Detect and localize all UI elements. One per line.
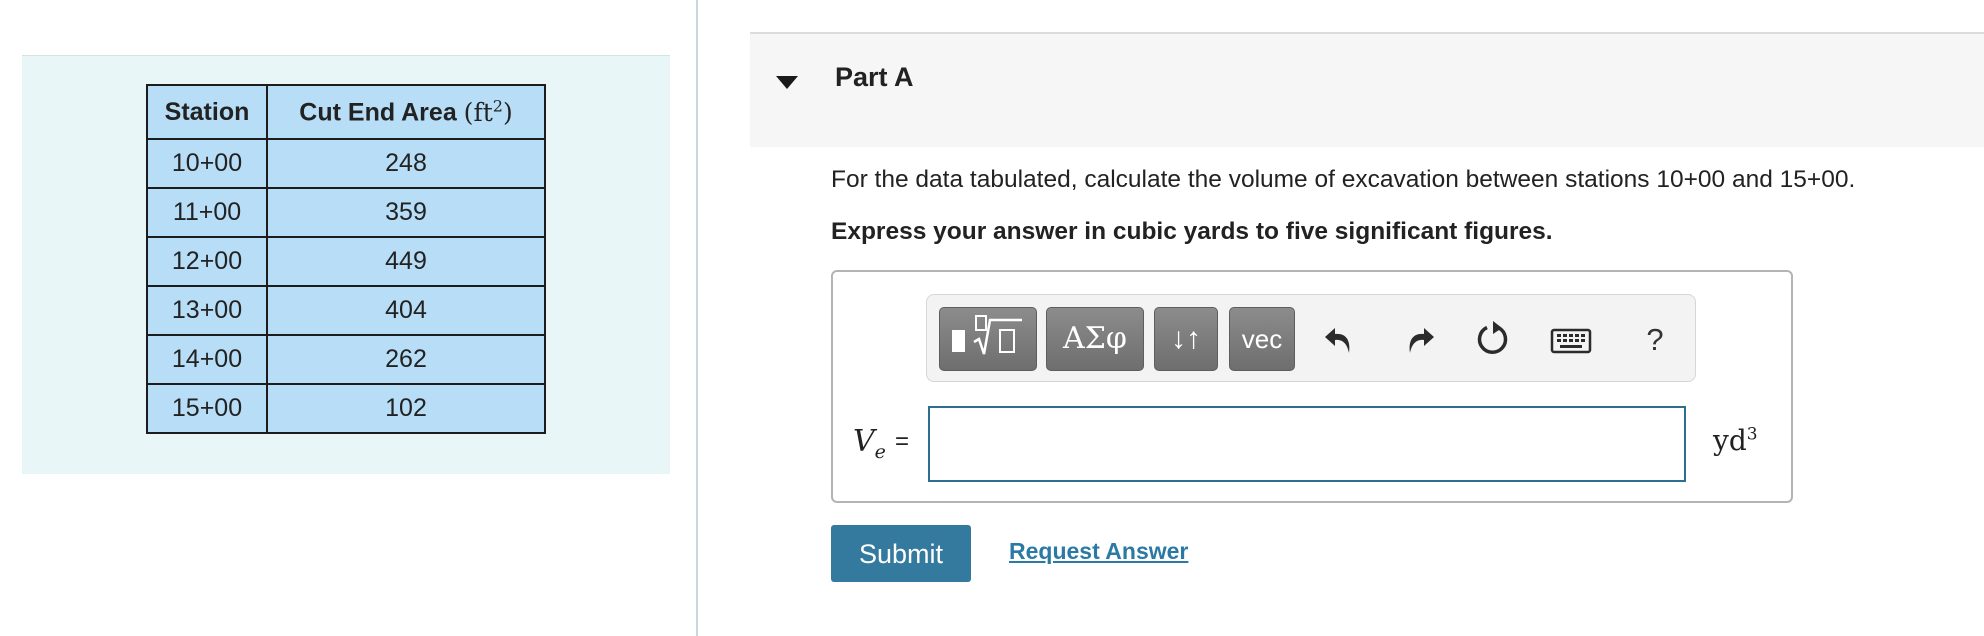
redo-icon: [1409, 328, 1434, 353]
help-button[interactable]: ?: [1632, 317, 1678, 363]
unit-base: yd: [1713, 424, 1747, 457]
undo-button[interactable]: [1319, 317, 1365, 363]
unit-label: yd3: [1713, 424, 1758, 457]
answer-box: ΑΣφ ↓↑ vec ? Ve = yd3: [831, 270, 1793, 503]
redo-button[interactable]: [1394, 317, 1440, 363]
table-row: 14+00 262: [146, 334, 546, 385]
vector-button[interactable]: vec: [1229, 307, 1295, 371]
area-cell: 262: [266, 334, 546, 385]
data-panel: Station Cut End Area (ft2) 10+00 248 11+…: [22, 55, 670, 474]
station-cell: 11+00: [146, 187, 268, 238]
table-row: 15+00 102: [146, 383, 546, 434]
vector-icon: vec: [1241, 324, 1283, 354]
keyboard-icon: [1550, 328, 1592, 354]
reset-icon: [1477, 321, 1508, 355]
area-cell: 359: [266, 187, 546, 238]
reset-button[interactable]: [1469, 317, 1515, 363]
area-header-unit: (ft2): [463, 96, 513, 127]
part-header[interactable]: Part A: [750, 32, 1984, 147]
data-table: Station Cut End Area (ft2) 10+00 248 11+…: [146, 84, 546, 434]
math-toolbar: ΑΣφ ↓↑ vec ?: [926, 294, 1696, 382]
instruction-text: Express your answer in cubic yards to fi…: [831, 218, 1553, 245]
table-row: 11+00 359: [146, 187, 546, 238]
station-cell: 13+00: [146, 285, 268, 336]
request-answer-link[interactable]: Request Answer: [1009, 538, 1188, 565]
station-cell: 12+00: [146, 236, 268, 287]
help-icon: ?: [1646, 322, 1664, 357]
table-row: 12+00 449: [146, 236, 546, 287]
submit-button[interactable]: Submit: [831, 525, 971, 582]
collapse-triangle-icon[interactable]: [776, 76, 798, 89]
area-header-label: Cut End Area: [299, 98, 457, 127]
templates-button[interactable]: [939, 307, 1037, 371]
area-cell: 248: [266, 138, 546, 189]
variable-symbol: V: [853, 424, 875, 459]
station-header: Station: [146, 84, 268, 140]
question-text: For the data tabulated, calculate the vo…: [831, 166, 1856, 193]
equals-sign: =: [895, 428, 910, 455]
area-cell: 449: [266, 236, 546, 287]
area-cell: 102: [266, 383, 546, 434]
station-cell: 14+00: [146, 334, 268, 385]
keyboard-button[interactable]: [1549, 317, 1595, 363]
greek-symbols-icon: ΑΣφ: [1063, 321, 1127, 356]
undo-icon: [1325, 328, 1350, 353]
greek-symbols-button[interactable]: ΑΣφ: [1046, 307, 1144, 371]
station-cell: 10+00: [146, 138, 268, 189]
subscript-superscript-button[interactable]: ↓↑: [1154, 307, 1218, 371]
cut-end-area-header: Cut End Area (ft2): [266, 84, 546, 140]
area-unit-exponent: 2: [492, 96, 503, 116]
area-cell: 404: [266, 285, 546, 336]
station-cell: 15+00: [146, 383, 268, 434]
unit-exponent: 3: [1746, 424, 1758, 445]
table-row: 10+00 248: [146, 138, 546, 189]
subscript-superscript-icon: ↓↑: [1171, 322, 1201, 355]
answer-input[interactable]: [928, 406, 1686, 482]
variable-subscript: e: [874, 441, 886, 463]
table-row: 13+00 404: [146, 285, 546, 336]
part-title: Part A: [835, 62, 914, 92]
templates-icon: [952, 315, 1022, 355]
variable-label: Ve: [853, 424, 886, 463]
page-root: Station Cut End Area (ft2) 10+00 248 11+…: [0, 0, 1984, 636]
area-unit-base: ft: [473, 97, 493, 127]
table-header-row: Station Cut End Area (ft2): [146, 84, 546, 140]
panel-divider: [696, 0, 698, 636]
